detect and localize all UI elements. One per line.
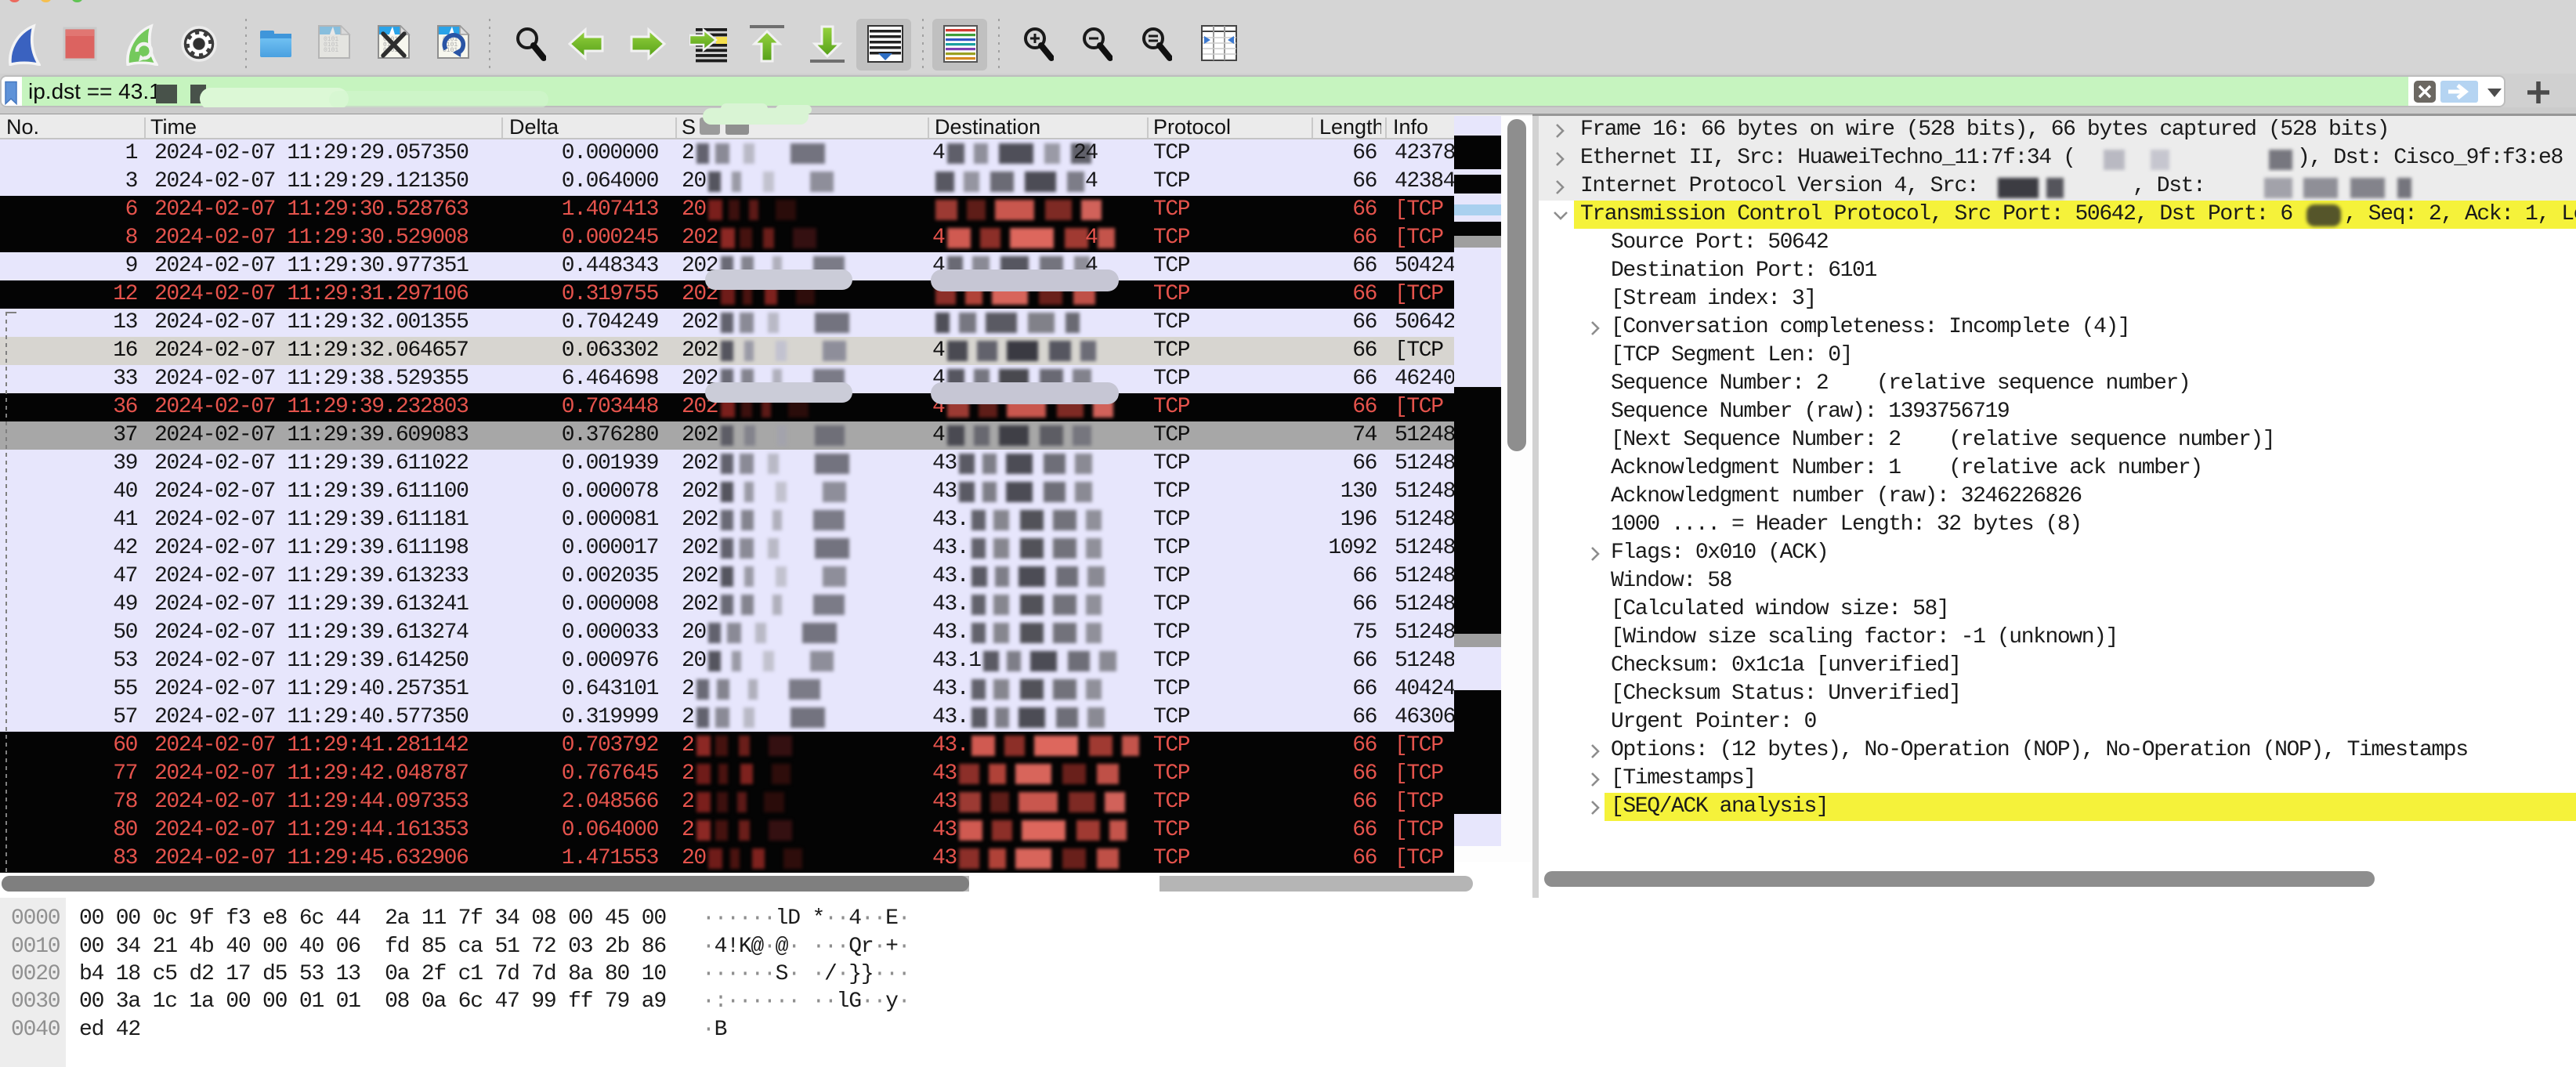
svg-text:0101: 0101 [324, 47, 338, 54]
